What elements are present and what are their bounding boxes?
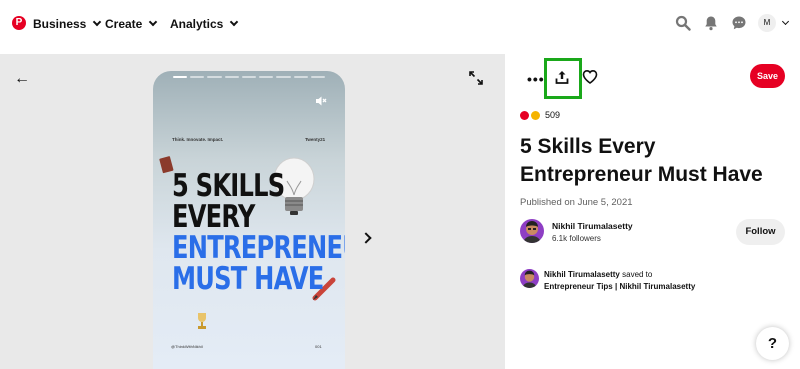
notifications-bell-icon[interactable] <box>703 15 719 31</box>
pinterest-logo-icon[interactable]: P <box>12 16 26 30</box>
published-date: Published on June 5, 2021 <box>520 197 633 208</box>
user-avatar[interactable]: M <box>758 14 776 32</box>
author-avatar[interactable] <box>520 219 544 243</box>
story-progress-bar <box>173 76 325 78</box>
help-button[interactable]: ? <box>756 327 789 360</box>
heart-react-icon[interactable] <box>582 69 598 85</box>
saver-portrait-icon <box>522 270 537 288</box>
story-progress-segment <box>190 76 205 78</box>
story-progress-segment <box>276 76 291 78</box>
trophy-illustration-icon <box>198 313 206 329</box>
chevron-down-icon <box>149 17 158 27</box>
author-follower-count: 6.1k followers <box>552 234 601 243</box>
share-upload-icon[interactable] <box>555 70 569 84</box>
activity-line: Nikhil Tirumalasetty saved to <box>544 270 652 279</box>
story-progress-segment <box>207 76 222 78</box>
top-nav-bar: P Business Create Analytics M <box>0 0 800 50</box>
more-options-icon[interactable]: ••• <box>527 71 545 87</box>
story-progress-segment <box>293 76 308 78</box>
messages-icon[interactable] <box>731 15 747 31</box>
back-arrow-icon[interactable]: ← <box>14 70 30 88</box>
activity-user-link[interactable]: Nikhil Tirumalasetty <box>544 270 620 279</box>
story-progress-segment <box>224 76 239 78</box>
nav-analytics[interactable]: Analytics <box>170 17 239 31</box>
nav-business[interactable]: Business <box>33 17 102 31</box>
author-portrait-icon <box>523 221 541 243</box>
card-headline: 5 SKILLS EVERY ENTREPRENEUR MUST HAVE <box>172 171 345 295</box>
card-headline-line: EVERY <box>172 199 255 235</box>
search-icon[interactable] <box>675 15 691 31</box>
nav-business-label: Business <box>33 17 87 31</box>
chevron-down-icon <box>93 17 102 27</box>
expand-icon[interactable] <box>469 71 483 85</box>
card-headline-line: 5 SKILLS <box>172 168 285 204</box>
story-progress-segment <box>241 76 257 78</box>
card-tagline: Think. Innovate. Impact. <box>172 137 224 142</box>
account-chevron-down-icon[interactable] <box>781 17 790 26</box>
story-progress-segment <box>173 76 188 78</box>
saver-avatar[interactable] <box>520 269 539 288</box>
activity-board-link[interactable]: Entrepreneur Tips | Nikhil Tirumalasetty <box>544 282 695 291</box>
idea-pin-card[interactable]: Think. Innovate. Impact. Twenty21 5 SKIL… <box>153 71 345 369</box>
pin-title: 5 Skills Every Entrepreneur Must Have <box>520 135 763 186</box>
card-headline-line: MUST HAVE <box>172 261 324 297</box>
reaction-summary[interactable]: 509 <box>520 110 560 120</box>
save-button[interactable]: Save <box>750 64 785 88</box>
nav-analytics-label: Analytics <box>170 17 224 31</box>
mute-speaker-icon[interactable] <box>315 95 327 107</box>
card-brand: Twenty21 <box>305 137 326 142</box>
story-progress-segment <box>259 76 274 78</box>
author-name-link[interactable]: Nikhil Tirumalasetty <box>552 221 633 231</box>
follow-button[interactable]: Follow <box>736 219 785 245</box>
wow-reaction-icon <box>531 110 540 120</box>
story-progress-segment <box>310 76 325 78</box>
reaction-count: 509 <box>545 110 561 120</box>
activity-action: saved to <box>619 270 653 279</box>
love-reaction-icon <box>520 110 529 120</box>
nav-create[interactable]: Create <box>105 17 158 31</box>
card-handle: @ThinkWithNikhil <box>171 344 203 349</box>
card-headline-line: ENTREPRENEUR <box>172 230 345 266</box>
nav-create-label: Create <box>105 17 143 31</box>
chevron-down-icon <box>230 17 239 27</box>
card-page-number: 001 <box>315 344 322 349</box>
